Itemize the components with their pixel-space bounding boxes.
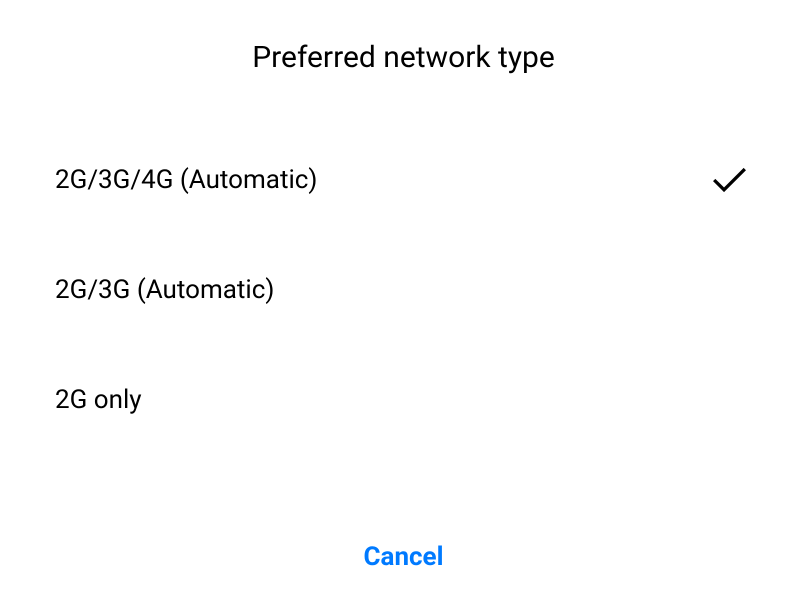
option-label: 2G/3G (Automatic) bbox=[55, 275, 274, 305]
option-network-auto-3g[interactable]: 2G/3G (Automatic) bbox=[0, 235, 807, 345]
options-list: 2G/3G/4G (Automatic) 2G/3G (Automatic) 2… bbox=[0, 125, 807, 512]
dialog-title: Preferred network type bbox=[0, 0, 807, 125]
option-network-2g-only[interactable]: 2G only bbox=[0, 345, 807, 455]
checkmark-icon bbox=[712, 165, 747, 195]
option-network-auto-4g[interactable]: 2G/3G/4G (Automatic) bbox=[0, 125, 807, 235]
option-label: 2G/3G/4G (Automatic) bbox=[55, 165, 317, 195]
cancel-button[interactable]: Cancel bbox=[0, 512, 807, 600]
option-label: 2G only bbox=[55, 385, 142, 415]
